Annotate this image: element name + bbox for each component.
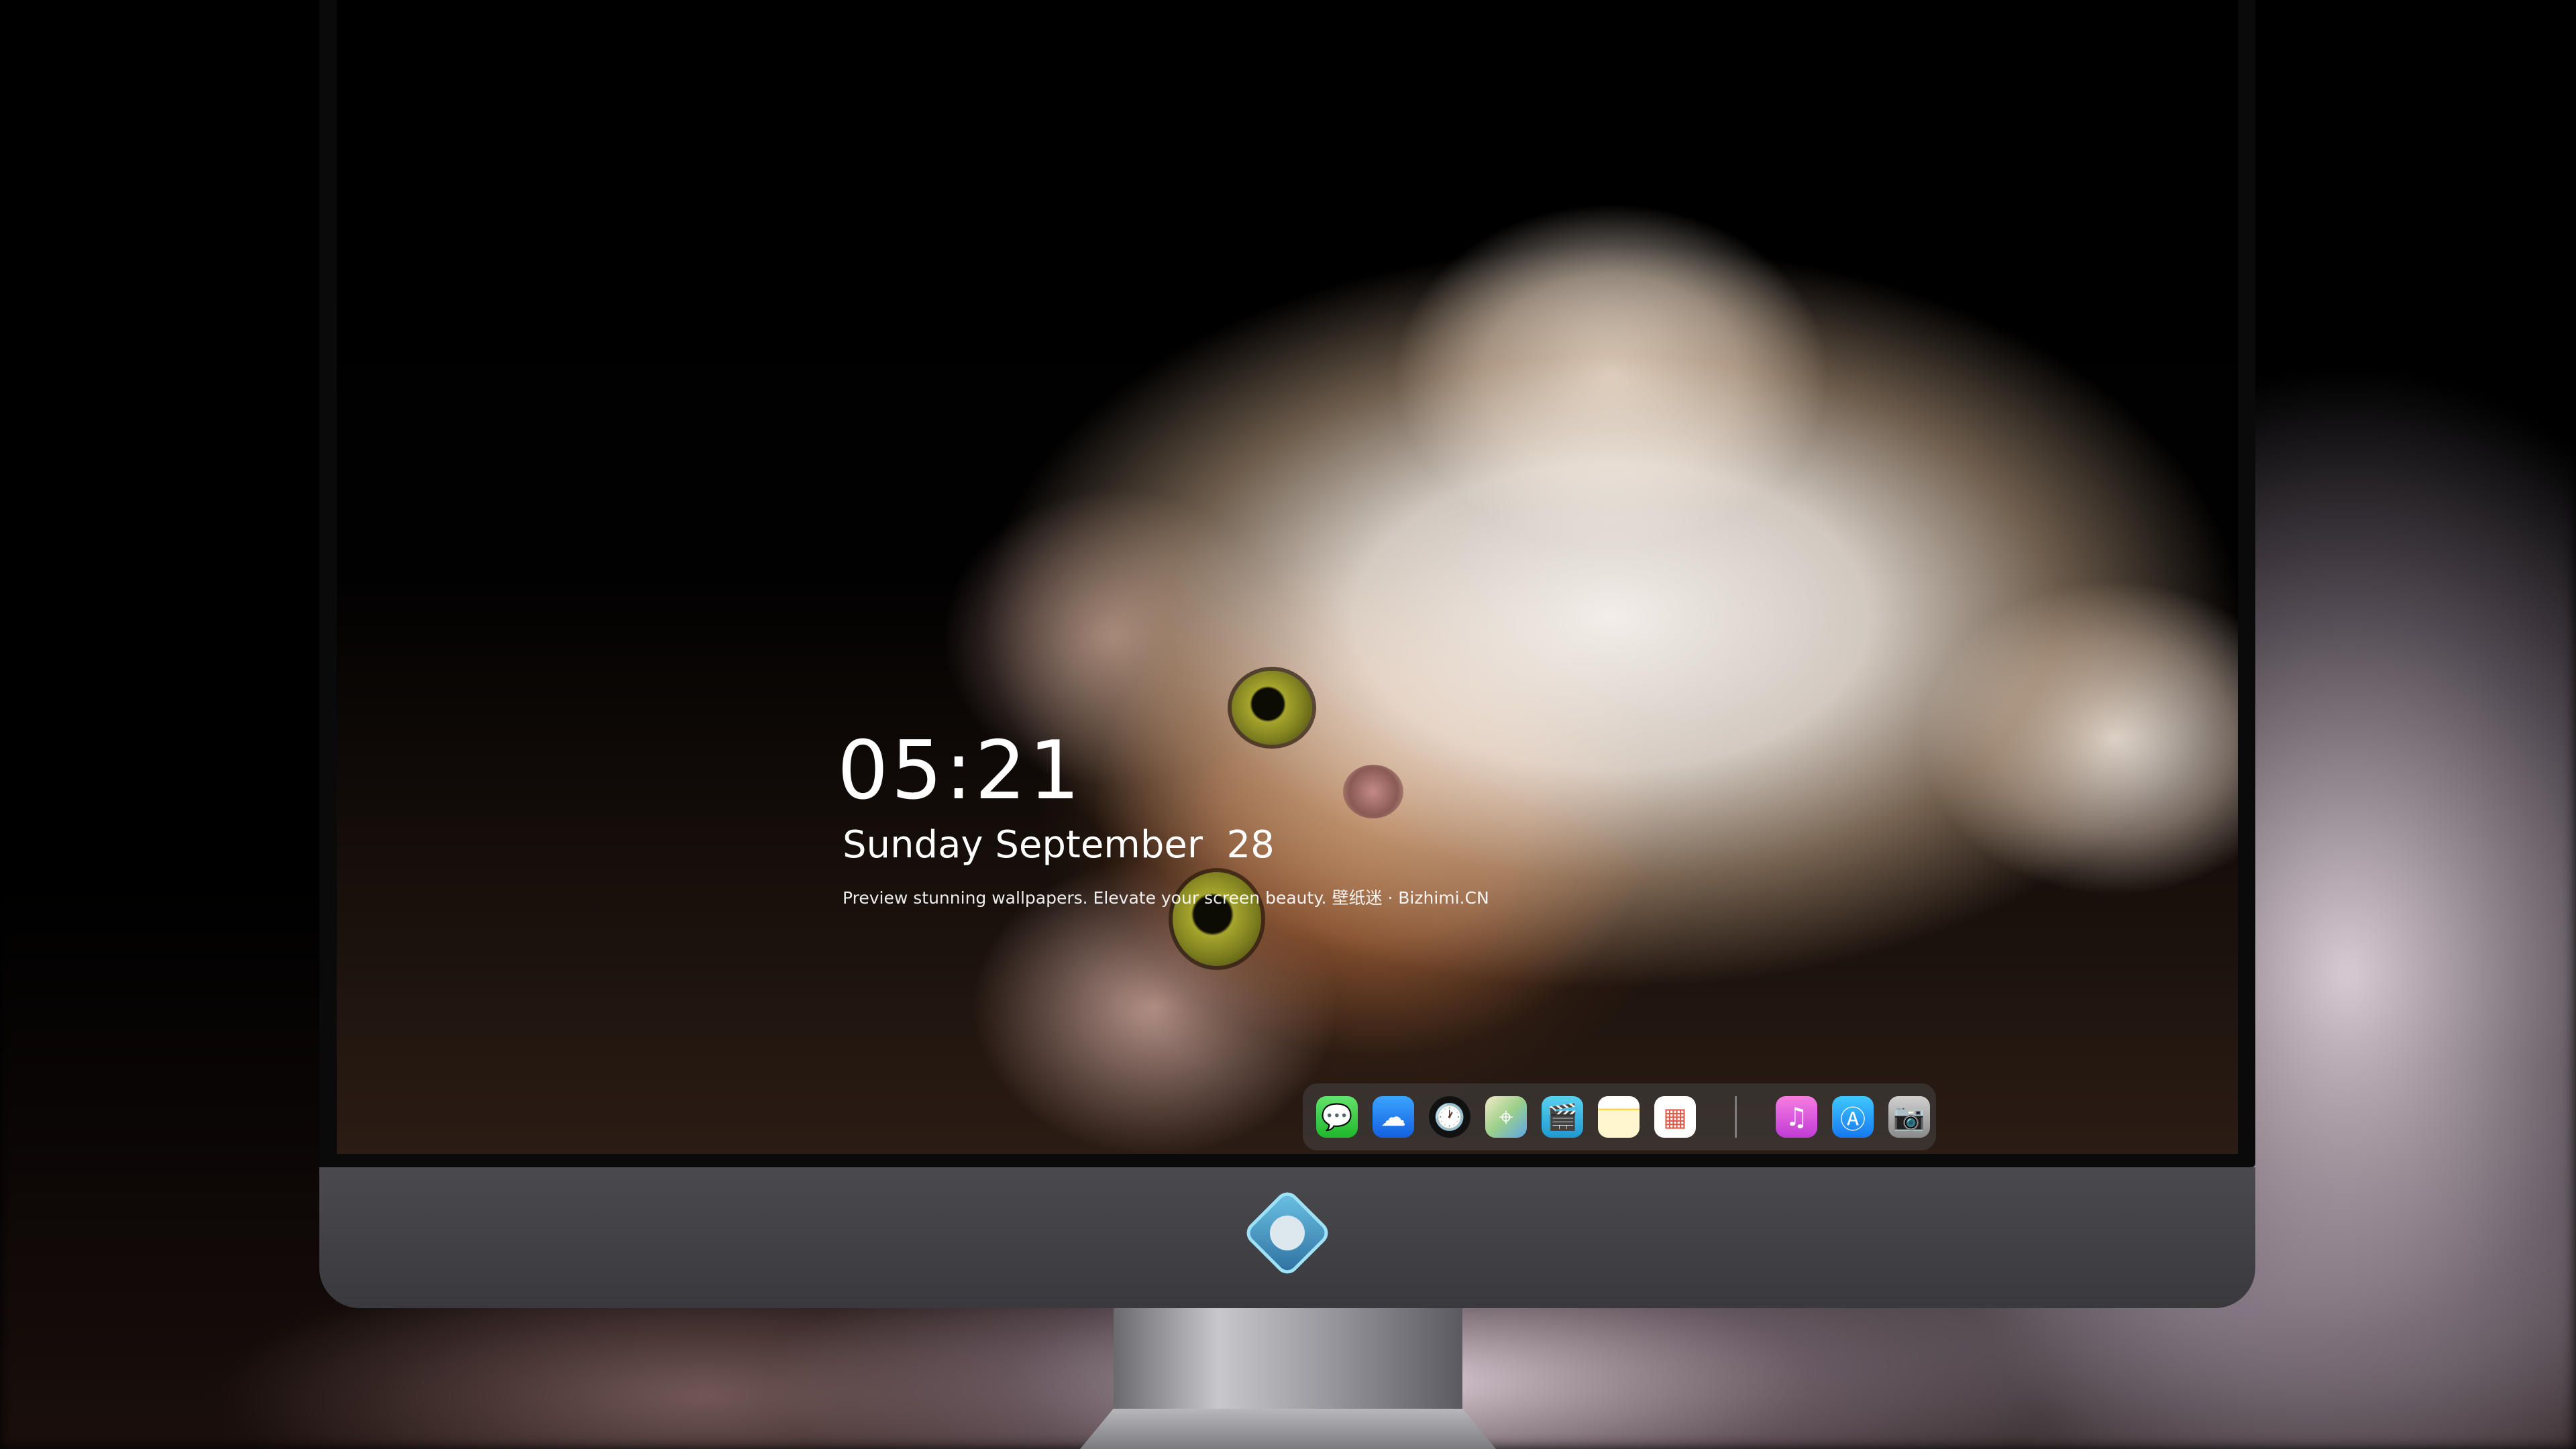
logo-face xyxy=(1270,1216,1305,1250)
photos-icon[interactable]: ▦ xyxy=(1654,1096,1696,1138)
messages-icon[interactable]: 💬 xyxy=(1316,1096,1358,1138)
desktop-screen: 05:21 Sunday September 28 Preview stunni… xyxy=(337,0,2238,1154)
brand-logo-icon xyxy=(1242,1187,1333,1279)
music-icon[interactable]: ♫ xyxy=(1776,1096,1817,1138)
dock-divider xyxy=(1735,1096,1737,1138)
lockscreen-clock: 05:21 xyxy=(837,724,1083,818)
lockscreen-tagline: Preview stunning wallpapers. Elevate you… xyxy=(843,888,1489,908)
dock: 💬 ☁ 🕐 ⌖ 🎬 ▦ ♫ Ⓐ 📷 xyxy=(1303,1083,1936,1150)
stand-neck xyxy=(1114,1308,1462,1409)
camera-icon[interactable]: 📷 xyxy=(1888,1096,1930,1138)
maps-icon[interactable]: ⌖ xyxy=(1485,1096,1527,1138)
screen-bezel: 05:21 Sunday September 28 Preview stunni… xyxy=(319,0,2255,1167)
weather-icon[interactable]: ☁ xyxy=(1373,1096,1414,1138)
lockscreen-date: Sunday September 28 xyxy=(843,823,1275,867)
lockscreen-info: 05:21 Sunday September 28 Preview stunni… xyxy=(837,731,1489,908)
stand-base xyxy=(1080,1409,1496,1449)
monitor-chin xyxy=(319,1167,2255,1308)
clock-icon[interactable]: 🕐 xyxy=(1429,1096,1470,1138)
notes-icon[interactable] xyxy=(1598,1096,1640,1138)
monitor-stand xyxy=(1080,1308,1496,1449)
clapperboard-icon[interactable]: 🎬 xyxy=(1542,1096,1583,1138)
monitor: 05:21 Sunday September 28 Preview stunni… xyxy=(319,0,2255,1308)
app-store-icon[interactable]: Ⓐ xyxy=(1832,1096,1874,1138)
